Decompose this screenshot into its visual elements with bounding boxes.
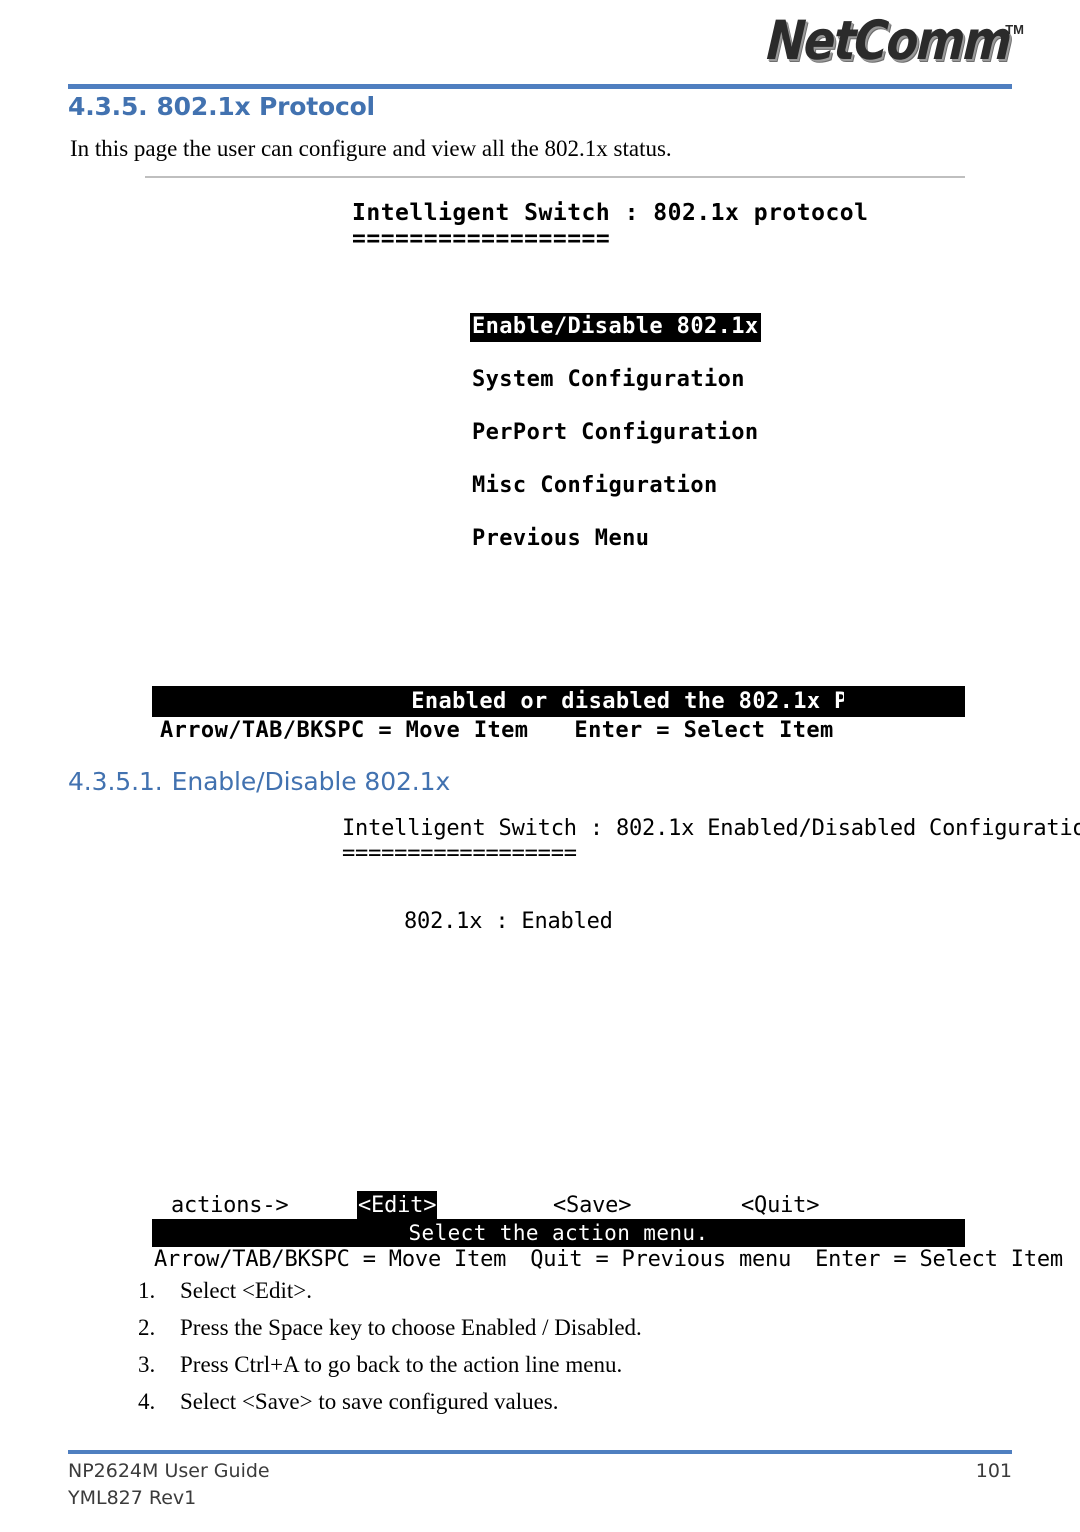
step-number: 1. [138,1278,156,1303]
help-move-item: Arrow/TAB/BKSPC = Move Item [160,718,529,743]
terminal-one-status-bar-filler [844,686,965,717]
page-footer: NP2624M User Guide 101 YML827 Rev1 [68,1460,1012,1514]
menu-item-perport-configuration[interactable]: PerPort Configuration [470,419,761,448]
subsection-title: 4.3.5.1. Enable/Disable 802.1x [68,767,450,796]
instruction-steps-list: 1. Select <Edit>. 2. Press the Space key… [138,1279,938,1427]
terminal-one-menu: Enable/Disable 802.1x System Configurati… [470,313,910,578]
terminal-two-action-line: actions-> <Edit> <Save> <Quit> [152,1191,965,1221]
step-text: Press Ctrl+A to go back to the action li… [180,1352,623,1377]
terminal-screenshot-protocol-menu: Intelligent Switch : 802.1x protocol ===… [152,178,965,744]
page-header: NetComm TM [0,0,1080,96]
menu-item-misc-configuration[interactable]: Misc Configuration [470,472,720,501]
terminal-two-help-line: Arrow/TAB/BKSPC = Move Item Quit = Previo… [154,1247,1063,1272]
footer-revision: YML827 Rev1 [68,1487,197,1509]
terminal-one-help-line: Arrow/TAB/BKSPC = Move Item Enter = Selec… [160,718,834,743]
footer-rule [68,1450,1012,1454]
terminal-one-title-underline: ================== [352,226,611,252]
footer-document-title: NP2624M User Guide [68,1460,270,1482]
terminal-two-status-bar: Select the action menu. [152,1219,965,1247]
section-intro-paragraph: In this page the user can configure and … [70,136,672,161]
action-quit-button[interactable]: <Quit> [740,1191,820,1221]
list-item: 3. Press Ctrl+A to go back to the action… [138,1353,938,1376]
help-previous-menu: Quit = Previous menu [530,1247,792,1272]
list-item: 2. Press the Space key to choose Enabled… [138,1316,938,1339]
terminal-two-title: Intelligent Switch : 802.1x Enabled/Disa… [342,816,1080,841]
terminal-two-title-underline: ================== [342,841,577,866]
subsection-title-text: Enable/Disable 802.1x [171,767,451,796]
terminal-screenshot-enable-disable-config: Intelligent Switch : 802.1x Enabled/Disa… [152,806,1080,1272]
action-edit-button[interactable]: <Edit> [357,1191,438,1221]
field-8021x-status[interactable]: 802.1x : Enabled [404,909,613,934]
netcomm-logo: NetComm [765,9,1013,72]
help-select-item: Enter = Select Item [574,718,834,743]
action-save-button[interactable]: <Save> [552,1191,632,1221]
section-title: 802.1x Protocol [156,92,375,121]
step-number: 2. [138,1315,156,1340]
section-number: 4.3.5. [68,92,148,121]
menu-item-previous-menu[interactable]: Previous Menu [470,525,651,554]
subsection-number: 4.3.5.1. [68,767,163,796]
menu-item-system-configuration[interactable]: System Configuration [470,366,747,395]
step-number: 3. [138,1352,156,1377]
terminal-one-title: Intelligent Switch : 802.1x protocol [352,200,869,226]
step-text: Press the Space key to choose Enabled / … [180,1315,642,1340]
page-number: 101 [975,1460,1012,1482]
page-title: 4.3.5. 802.1x Protocol [68,92,375,121]
actions-label: actions-> [171,1193,289,1218]
step-number: 4. [138,1389,156,1414]
trademark-symbol: TM [1005,22,1024,37]
step-text: Select <Save> to save configured values. [180,1389,559,1414]
header-rule [68,84,1012,89]
menu-item-enable-disable-8021x[interactable]: Enable/Disable 802.1x [470,313,761,342]
step-text: Select <Edit>. [180,1278,312,1303]
list-item: 4. Select <Save> to save configured valu… [138,1390,938,1413]
help-move-item: Arrow/TAB/BKSPC = Move Item [154,1247,507,1272]
list-item: 1. Select <Edit>. [138,1279,938,1302]
help-select-item: Enter = Select Item [815,1247,1063,1272]
